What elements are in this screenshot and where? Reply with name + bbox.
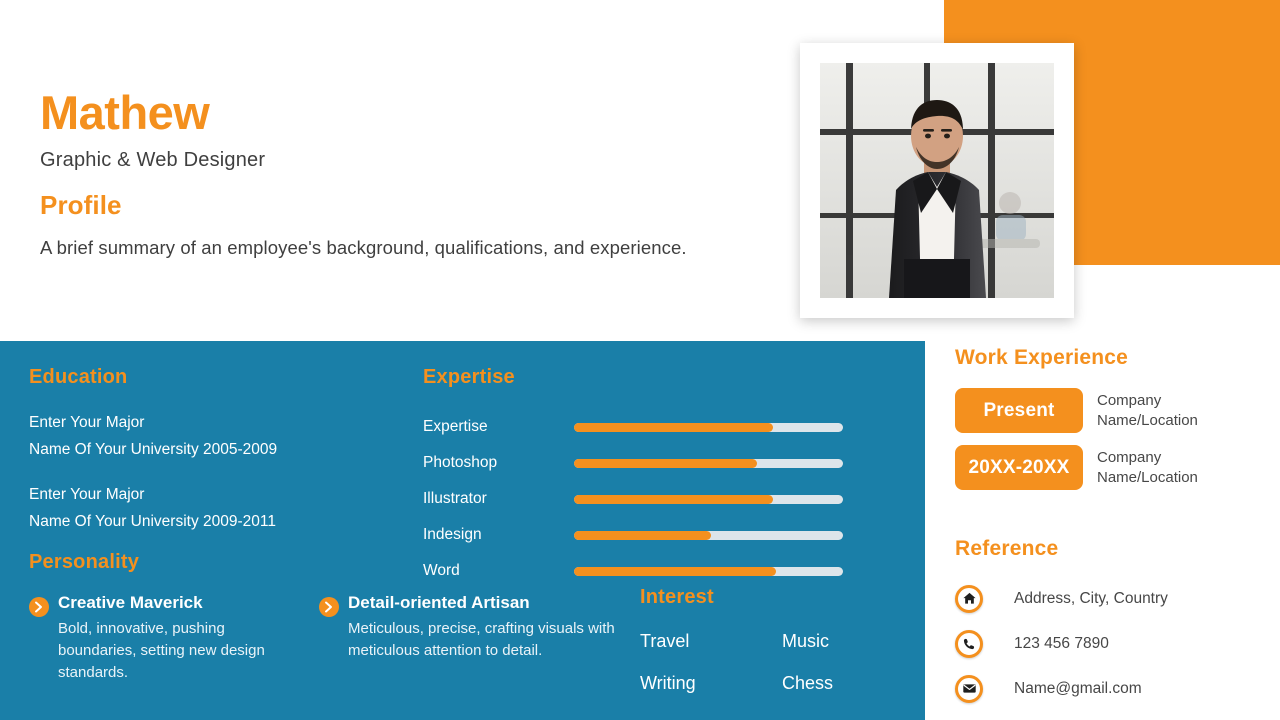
skill-label: Photoshop <box>423 454 498 471</box>
skill-track <box>574 458 843 468</box>
personality-description: Meticulous, precise, crafting visuals wi… <box>348 620 615 659</box>
work-period-badge: Present <box>955 388 1083 433</box>
work-experience-heading: Work Experience <box>955 346 1129 369</box>
reference-address-row: Address, City, Country <box>955 576 1280 621</box>
education-major: Enter Your Major <box>29 486 145 504</box>
work-period-badge: 20XX-20XX <box>955 445 1083 490</box>
education-university: Name Of Your University 2009-2011 <box>29 513 276 531</box>
header: Mathew Graphic & Web Designer Profile A … <box>40 88 780 259</box>
skill-track <box>574 530 843 540</box>
main-teal-panel: Education Enter Your Major Name Of Your … <box>0 341 925 720</box>
skill-row: Photoshop <box>423 445 863 481</box>
right-column: Work Experience Present Company Name/Loc… <box>944 341 1280 720</box>
education-heading: Education <box>29 366 128 388</box>
skill-row: Illustrator <box>423 481 863 517</box>
home-icon <box>955 584 983 613</box>
work-company: Company <box>1097 448 1162 466</box>
chevron-right-icon <box>319 597 339 617</box>
reference-phone-row: 123 456 7890 <box>955 621 1280 666</box>
profile-heading: Profile <box>40 190 122 221</box>
interest-section: Interest Travel Music Writing Chess <box>640 586 900 694</box>
profile-photo <box>820 63 1054 298</box>
skill-row: Expertise <box>423 409 863 445</box>
interest-item: Music <box>782 631 830 651</box>
profile-photo-illustration <box>820 63 1054 298</box>
work-location: Name/Location <box>1097 411 1198 429</box>
interest-item: Writing <box>640 673 696 693</box>
skill-track <box>574 494 843 504</box>
skill-row: Indesign <box>423 517 863 553</box>
reference-email: Name@gmail.com <box>1014 679 1142 697</box>
skill-label: Indesign <box>423 526 482 543</box>
skill-fill <box>574 494 774 504</box>
expertise-heading: Expertise <box>423 366 515 388</box>
work-experience-section: Work Experience Present Company Name/Loc… <box>955 346 1280 502</box>
education-entry: Enter Your Major Name Of Your University… <box>29 481 409 535</box>
profile-photo-card <box>800 43 1074 318</box>
reference-section: Reference Address, City, Country 123 456… <box>955 537 1280 711</box>
work-experience-entry: Present Company Name/Location <box>955 388 1280 433</box>
skill-list: Expertise Photoshop Illustrator Indesign Wor… <box>423 409 863 589</box>
work-company-meta: Company Name/Location <box>1097 391 1198 431</box>
education-major: Enter Your Major <box>29 414 145 431</box>
work-location: Name/Location <box>1097 468 1198 486</box>
resume-page: Mathew Graphic & Web Designer Profile A … <box>0 0 1280 720</box>
envelope-icon <box>955 674 983 703</box>
interest-heading: Interest <box>640 586 714 608</box>
chevron-right-icon <box>29 597 49 617</box>
skill-label: Illustrator <box>423 490 487 507</box>
skill-fill <box>574 566 776 576</box>
skill-label: Word <box>423 562 460 579</box>
skill-fill <box>574 458 757 468</box>
education-section: Education Enter Your Major Name Of Your … <box>29 366 409 536</box>
personality-title: Detail-oriented Artisan <box>348 593 530 612</box>
personality-description: Bold, innovative, pushing boundaries, se… <box>58 620 265 681</box>
personality-item: Detail-oriented Artisan Meticulous, prec… <box>319 593 629 683</box>
expertise-section: Expertise Expertise Photoshop Illustrator I… <box>423 366 863 589</box>
interest-item: Chess <box>782 673 834 693</box>
skill-row: Word <box>423 553 863 589</box>
page-title: Mathew <box>40 86 210 139</box>
job-title: Graphic & Web Designer <box>40 149 266 172</box>
reference-phone: 123 456 7890 <box>1014 634 1109 652</box>
interest-item: Travel <box>640 631 690 651</box>
education-university: Name Of Your University 2005-2009 <box>29 441 278 459</box>
education-entry: Enter Your Major Name Of Your University… <box>29 409 409 463</box>
work-company-meta: Company Name/Location <box>1097 448 1198 488</box>
reference-heading: Reference <box>955 537 1059 560</box>
reference-email-row: Name@gmail.com <box>955 666 1280 711</box>
work-company: Company <box>1097 391 1162 409</box>
reference-address: Address, City, Country <box>1014 589 1168 607</box>
skill-label: Expertise <box>423 418 488 435</box>
skill-fill <box>574 530 712 540</box>
skill-fill <box>574 422 774 432</box>
skill-track <box>574 422 843 432</box>
work-experience-entry: 20XX-20XX Company Name/Location <box>955 445 1280 490</box>
phone-icon <box>955 629 983 658</box>
skill-track <box>574 566 843 576</box>
profile-summary: A brief summary of an employee's backgro… <box>40 237 687 259</box>
personality-title: Creative Maverick <box>58 593 203 612</box>
personality-item: Creative Maverick Bold, innovative, push… <box>29 593 297 683</box>
